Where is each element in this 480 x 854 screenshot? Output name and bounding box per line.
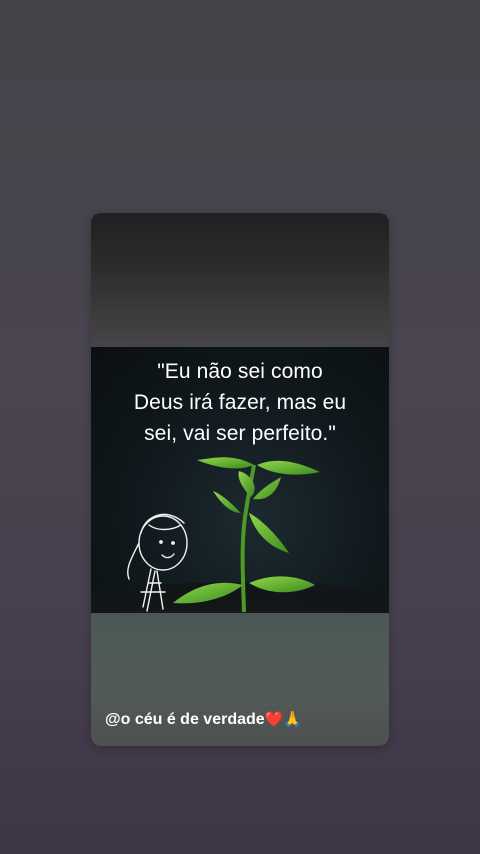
quote-text: "Eu não sei como Deus irá fazer, mas eu … [133, 360, 347, 445]
card-top-blur [91, 213, 389, 347]
heart-icon: ❤️ [264, 711, 284, 728]
praying-hands-icon: 🙏 [283, 711, 303, 728]
caption[interactable]: @o céu é de verdade❤️🙏 [105, 710, 302, 729]
story-card[interactable]: "Eu não sei como Deus irá fazer, mas eu … [91, 213, 389, 746]
caption-text: @o céu é de verdade [105, 711, 265, 728]
